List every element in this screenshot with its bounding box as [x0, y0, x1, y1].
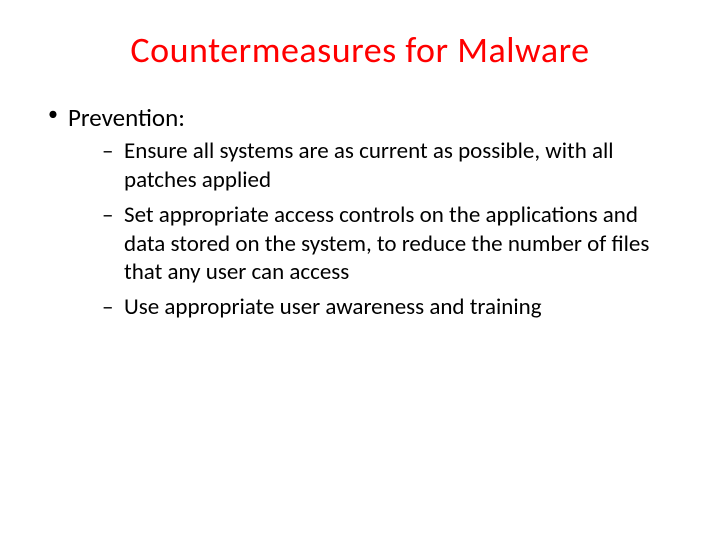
- bullet-text: Prevention:: [68, 102, 185, 133]
- bullet-item: Prevention: Ensure all systems are as cu…: [40, 102, 680, 322]
- sub-bullet-item: Ensure all systems are as current as pos…: [68, 137, 680, 195]
- sub-bullet-list: Ensure all systems are as current as pos…: [68, 137, 680, 322]
- sub-bullet-item: Set appropriate access controls on the a…: [68, 201, 680, 287]
- main-bullet-list: Prevention: Ensure all systems are as cu…: [40, 102, 680, 322]
- sub-bullet-item: Use appropriate user awareness and train…: [68, 293, 680, 322]
- slide-title: Countermeasures for Malware: [40, 28, 680, 72]
